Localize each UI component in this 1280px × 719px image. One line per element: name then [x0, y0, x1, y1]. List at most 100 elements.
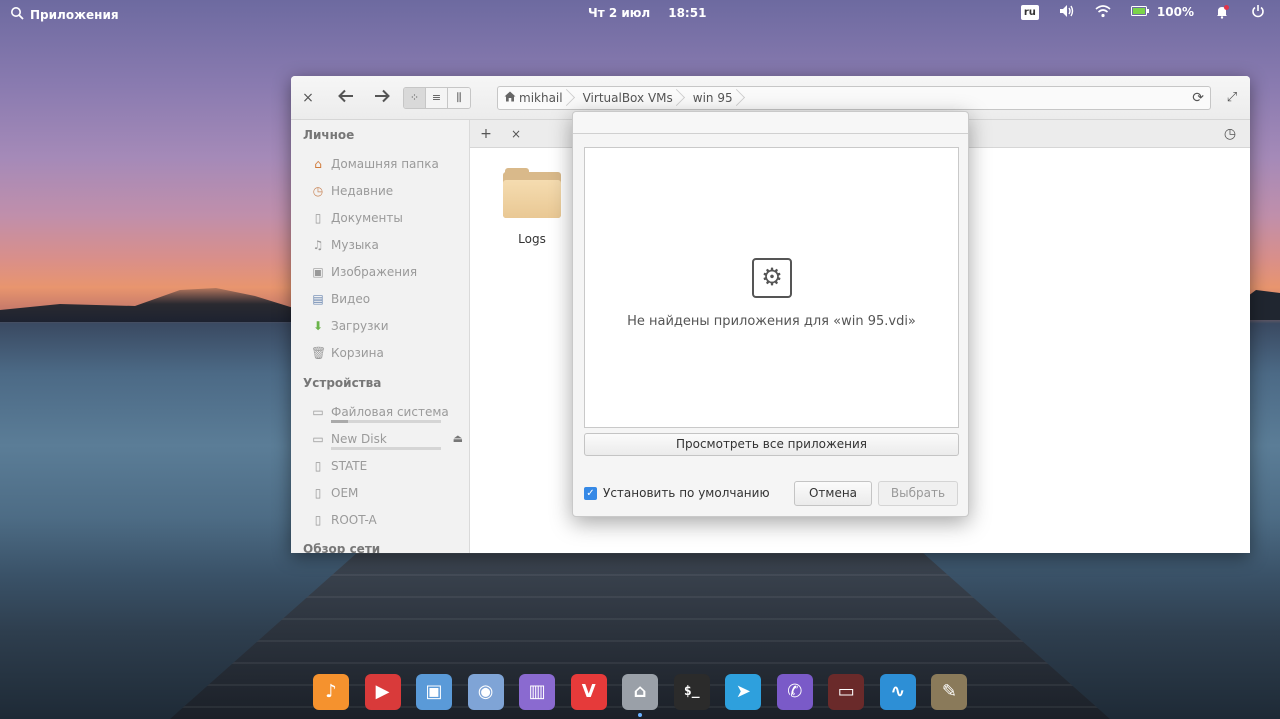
new-disk-usage-bar: [331, 447, 441, 450]
dock-item-videos-app[interactable]: ▶: [357, 668, 409, 712]
location-bar[interactable]: mikhail VirtualBox VMs win 95 ⟳: [497, 86, 1211, 110]
battery-icon: [1130, 5, 1149, 19]
home-icon: [504, 87, 516, 109]
sidebar-item-label: STATE: [331, 459, 368, 473]
applications-label: Приложения: [30, 7, 119, 22]
dock-item-vivaldi-app[interactable]: V: [563, 668, 615, 712]
drive-icon: ▭: [312, 405, 324, 419]
gimp-app-icon: ✎: [931, 674, 968, 710]
sidebar-item-root-a[interactable]: ▯ ROOT-A: [311, 510, 466, 530]
dock-item-files-app[interactable]: ⌂: [614, 668, 666, 717]
sidebar-item-filesystem[interactable]: ▭ Файловая система: [311, 402, 466, 422]
dock-item-monitor-app[interactable]: ∿: [872, 668, 924, 712]
open-with-dialog: ⚙ Не найдены приложения для «win 95.vdi»…: [572, 111, 969, 517]
document-icon: ▯: [314, 211, 322, 225]
folder-item[interactable]: Logs: [502, 168, 562, 252]
clock-indicator[interactable]: Чт 2 июл 18:51: [588, 6, 706, 20]
appcenter-app-icon: ▥: [519, 674, 556, 710]
fullscreen-button[interactable]: ⤢: [1221, 87, 1243, 109]
reload-icon[interactable]: ⟳: [1192, 87, 1204, 109]
application-list: ⚙ Не найдены приложения для «win 95.vdi»: [584, 147, 959, 428]
volume-icon[interactable]: [1059, 4, 1075, 20]
breadcrumb-win95[interactable]: win 95: [681, 87, 741, 109]
sidebar-item-documents[interactable]: ▯ Документы: [311, 208, 466, 228]
sidebar-item-label: Загрузки: [331, 319, 389, 333]
files-app-icon: ⌂: [622, 674, 659, 710]
clock-date: Чт 2 июл: [588, 6, 651, 20]
view-all-applications-button[interactable]: Просмотреть все приложения: [584, 433, 959, 456]
dock-item-terminal-app[interactable]: $_: [666, 668, 718, 712]
dock-item-switchboard-app[interactable]: ◉: [460, 668, 512, 712]
sidebar-item-recent[interactable]: ◷ Недавние: [311, 181, 466, 201]
forward-button[interactable]: [371, 87, 393, 109]
viber-app-icon: ✆: [776, 674, 813, 710]
applications-menu-button[interactable]: Приложения: [10, 6, 119, 23]
search-icon: [10, 6, 24, 23]
sidebar: Личное ⌂ Домашняя папка ◷ Недавние ▯ Док…: [291, 120, 470, 553]
dock-item-telegram-app[interactable]: ➤: [717, 668, 769, 712]
folder-label: Logs: [518, 232, 546, 246]
dock-item-viber-app[interactable]: ✆: [769, 668, 821, 712]
history-icon: ◷: [1223, 126, 1237, 142]
screenshot-app-icon: ▭: [828, 674, 865, 710]
battery-indicator[interactable]: 100%: [1130, 5, 1194, 19]
indicators: ru 100%: [1020, 4, 1266, 20]
keyboard-layout-indicator[interactable]: ru: [1020, 4, 1039, 20]
home-icon: ⌂: [314, 157, 322, 171]
eject-icon[interactable]: ⏏: [453, 432, 463, 445]
clock-time: 18:51: [668, 6, 707, 20]
icon-view-button[interactable]: ⁘: [404, 88, 426, 108]
close-icon: ×: [510, 127, 522, 141]
vivaldi-app-icon: V: [570, 674, 607, 710]
usb-icon: ▯: [314, 459, 322, 473]
sidebar-heading-network: Обзор сети: [303, 542, 381, 553]
sidebar-item-trash[interactable]: 🗑 Корзина: [311, 343, 466, 363]
sidebar-item-label: Документы: [331, 211, 403, 225]
sidebar-item-home[interactable]: ⌂ Домашняя папка: [311, 154, 466, 174]
closed-tabs-history-button[interactable]: ◷: [1220, 124, 1240, 144]
list-view-button[interactable]: ≡: [426, 88, 448, 108]
sidebar-item-oem[interactable]: ▯ OEM: [311, 483, 466, 503]
sidebar-item-videos[interactable]: ▤ Видео: [311, 289, 466, 309]
wifi-icon[interactable]: [1095, 4, 1111, 20]
dock-item-gimp-app[interactable]: ✎: [923, 668, 975, 712]
sidebar-item-label: Видео: [331, 292, 371, 306]
set-default-toggle[interactable]: ✓ Установить по умолчанию: [584, 486, 770, 500]
cancel-button[interactable]: Отмена: [794, 481, 872, 506]
music-app-icon: ♪: [313, 674, 349, 710]
column-view-button[interactable]: ⫼: [448, 88, 470, 108]
view-mode-switcher: ⁘ ≡ ⫼: [403, 87, 471, 109]
dock-item-music-app[interactable]: ♪: [305, 668, 357, 712]
sidebar-item-label: Недавние: [331, 184, 394, 198]
sidebar-item-music[interactable]: ♫ Музыка: [311, 235, 466, 255]
sidebar-item-pictures[interactable]: ▣ Изображения: [311, 262, 466, 282]
breadcrumb-home[interactable]: mikhail: [498, 87, 571, 109]
sidebar-heading-personal: Личное: [303, 128, 355, 142]
power-icon[interactable]: [1250, 4, 1266, 20]
recent-icon: ◷: [312, 184, 324, 198]
sidebar-item-new-disk[interactable]: ▭ New Disk: [311, 429, 466, 449]
breadcrumb-virtualbox[interactable]: VirtualBox VMs: [571, 87, 681, 109]
dock-item-photos-app[interactable]: ▣: [408, 668, 460, 712]
telegram-app-icon: ➤: [725, 674, 762, 710]
drive-icon: ▭: [312, 432, 324, 446]
close-tab-button[interactable]: ×: [506, 124, 526, 144]
checkbox-checked-icon[interactable]: ✓: [584, 486, 597, 500]
back-button[interactable]: [335, 87, 357, 109]
sidebar-item-label: New Disk: [331, 432, 387, 446]
new-tab-button[interactable]: +: [476, 124, 496, 144]
dock-item-appcenter-app[interactable]: ▥: [511, 668, 563, 712]
videos-app-icon: ▶: [364, 674, 401, 710]
close-icon: ×: [302, 90, 314, 106]
sidebar-item-label: Файловая система: [331, 405, 449, 419]
close-window-button[interactable]: ×: [297, 87, 319, 109]
sidebar-item-downloads[interactable]: ⬇ Загрузки: [311, 316, 466, 336]
dock-item-screenshot-app[interactable]: ▭: [820, 668, 872, 712]
sidebar-item-state[interactable]: ▯ STATE: [311, 456, 466, 476]
arrow-left-icon: [338, 88, 354, 107]
notifications-icon[interactable]: [1214, 4, 1230, 20]
sidebar-item-label: Музыка: [331, 238, 379, 252]
select-button[interactable]: Выбрать: [878, 481, 958, 506]
expand-icon: ⤢: [1226, 90, 1238, 105]
list-icon: ≡: [431, 91, 442, 104]
